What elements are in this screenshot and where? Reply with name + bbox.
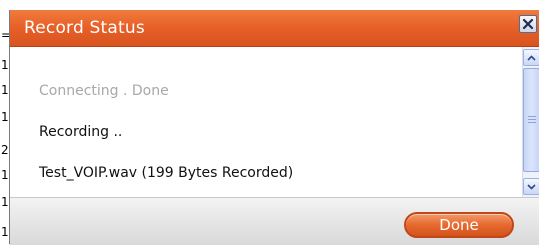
background-text-fragment: 1: [1, 225, 9, 239]
done-button-label: Done: [439, 216, 479, 234]
background-text-fragment: 1: [1, 110, 9, 124]
background-text-fragment: 1: [1, 58, 9, 72]
background-text-fragment: 1: [1, 83, 9, 97]
scroll-down-button[interactable]: [523, 178, 539, 195]
status-log: Connecting . Done Recording .. Test_VOIP…: [10, 47, 522, 192]
scroll-up-button[interactable]: [523, 49, 539, 66]
vertical-scrollbar[interactable]: [522, 47, 539, 197]
background-text-fragment: 1: [1, 195, 9, 209]
chevron-down-icon: [527, 183, 536, 190]
scroll-grip-line: [528, 116, 536, 117]
background-text-fragment: 2: [1, 143, 9, 157]
close-button[interactable]: [519, 15, 537, 33]
background-text-fragment: =: [1, 28, 12, 42]
record-status-dialog: Record Status Connecting . Done Recordin…: [9, 10, 539, 245]
done-button[interactable]: Done: [404, 212, 514, 238]
status-line-recording: Recording ..: [39, 124, 123, 140]
dialog-footer: Done: [10, 197, 539, 245]
close-icon: [522, 18, 534, 30]
scroll-grip-line: [528, 122, 536, 123]
status-line-file: Test_VOIP.wav (199 Bytes Recorded): [39, 165, 294, 181]
background-text-fragment: 1: [1, 168, 9, 182]
status-line-connecting: Connecting . Done: [39, 83, 169, 99]
chevron-up-icon: [527, 54, 536, 61]
dialog-titlebar[interactable]: Record Status: [10, 10, 539, 47]
scroll-grip-line: [528, 119, 536, 120]
dialog-title: Record Status: [24, 18, 145, 38]
scroll-thumb[interactable]: [523, 68, 539, 172]
